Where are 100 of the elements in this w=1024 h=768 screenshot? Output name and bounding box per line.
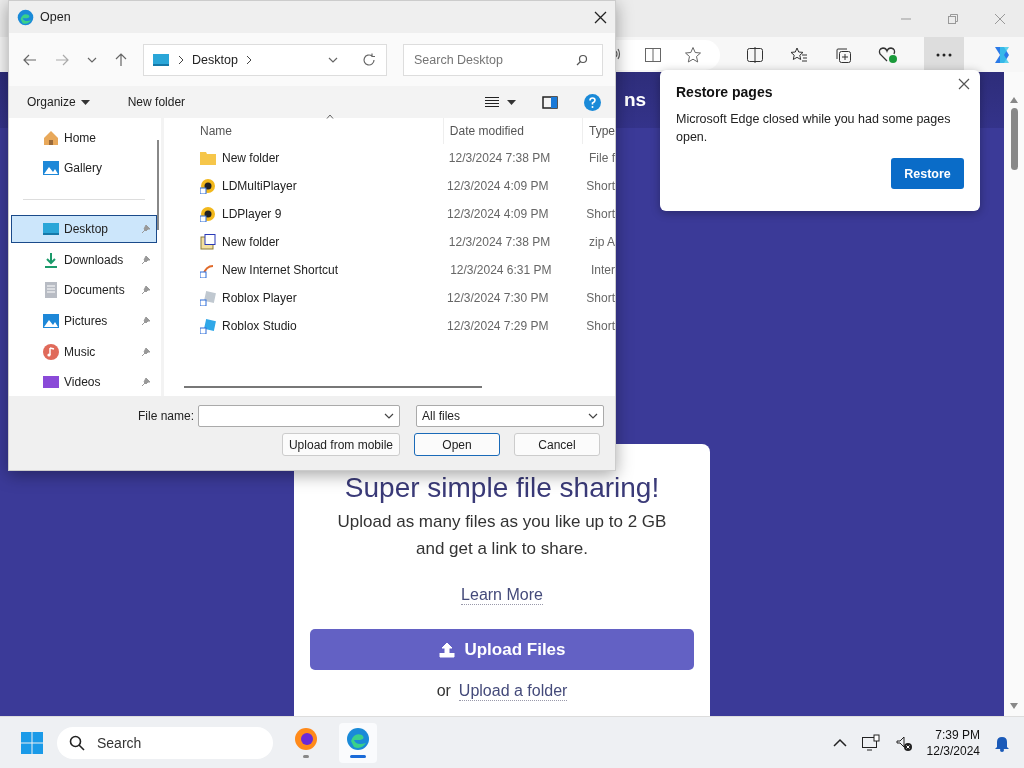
star-icon[interactable] <box>684 45 702 64</box>
document-icon <box>42 281 60 300</box>
taskbar-app-button[interactable] <box>339 722 377 763</box>
chevron-right-icon <box>245 54 252 65</box>
upload-folder-link[interactable]: Upload a folder <box>458 682 568 701</box>
app-shortcut-icon <box>200 206 216 222</box>
scroll-thumb[interactable] <box>1010 108 1018 170</box>
search-icon <box>576 53 588 66</box>
dialog-button[interactable]: Cancel <box>514 433 600 456</box>
download-icon <box>42 250 60 269</box>
column-header[interactable]: Date modified <box>442 118 583 144</box>
caret-down-icon[interactable] <box>507 99 516 105</box>
sidebar-item[interactable]: Gallery <box>11 154 157 183</box>
up-arrow-icon[interactable] <box>115 52 127 67</box>
sidebar-item[interactable]: Documents <box>11 276 157 305</box>
chevron-down-icon <box>588 413 599 419</box>
clock-time[interactable]: 7:39 PM <box>935 726 980 743</box>
card-heading: Super simple file sharing! <box>344 472 660 504</box>
address-location[interactable]: Desktop <box>192 52 238 67</box>
type-cell-text: Short <box>585 319 615 333</box>
windows-start-icon[interactable] <box>21 731 43 754</box>
type-cell-text: Short <box>585 207 615 221</box>
sidebar-item[interactable]: Videos <box>11 368 157 396</box>
app-shortcut-icon <box>200 178 216 194</box>
header-text: ns <box>624 89 647 111</box>
type-cell-text: Short <box>585 179 615 193</box>
firefox-icon <box>294 727 318 751</box>
scroll-thumb[interactable] <box>157 140 159 230</box>
learn-more-link[interactable]: Learn More <box>461 586 543 605</box>
clock-date[interactable]: 12/3/2024 <box>926 742 980 759</box>
reader-view-icon[interactable] <box>644 45 662 64</box>
help-icon[interactable] <box>584 93 601 111</box>
file-name-label: File name: <box>138 409 195 423</box>
chevron-down-icon[interactable] <box>384 413 395 419</box>
column-header[interactable]: Name <box>200 124 232 138</box>
list-view-icon[interactable] <box>485 96 499 108</box>
chevron-right-icon <box>178 54 184 65</box>
taskbar-search-field[interactable]: Search <box>95 727 249 758</box>
date-cell-text: 12/3/2024 7:30 PM <box>446 291 550 305</box>
upload-icon <box>438 640 457 659</box>
favorites-icon[interactable] <box>790 45 808 64</box>
sidebar-item[interactable]: Desktop <box>11 215 157 243</box>
scrollbar[interactable] <box>1004 72 1024 716</box>
taskbar-search-box[interactable]: Search <box>57 726 273 759</box>
network-icon[interactable] <box>860 733 881 752</box>
search-icon <box>69 734 85 751</box>
internet-shortcut-icon <box>200 262 216 278</box>
preview-pane-icon[interactable] <box>542 95 558 109</box>
popup-title: Restore pages <box>676 84 774 100</box>
edge-icon <box>17 8 34 26</box>
heart-check-icon[interactable] <box>878 45 898 64</box>
file-name[interactable]: New Internet Shortcut <box>222 263 339 277</box>
popup-message: Microsoft Edge closed while you had some pages open. <box>676 111 952 146</box>
chevron-down-icon[interactable] <box>328 56 338 63</box>
picture-icon <box>42 311 60 330</box>
dialog-button[interactable]: Open <box>414 433 500 456</box>
refresh-icon[interactable] <box>362 52 376 67</box>
organize-menu-button[interactable]: Organize <box>19 91 98 113</box>
sidebar-item[interactable]: Music <box>11 337 157 366</box>
date-cell-text: 12/3/2024 4:09 PM <box>446 207 550 221</box>
scroll-down-icon[interactable] <box>1009 702 1019 710</box>
column-header[interactable]: Type <box>583 124 615 138</box>
sidebar-item[interactable]: Home <box>11 124 157 152</box>
upload-files-button[interactable]: Upload Files <box>310 629 694 670</box>
close-icon[interactable] <box>594 10 607 24</box>
file-name[interactable]: New folder <box>222 235 280 249</box>
search-box[interactable]: Search Desktop <box>403 43 603 76</box>
date-cell-text: 12/3/2024 7:38 PM <box>447 235 552 249</box>
restore-button[interactable]: Restore <box>891 158 964 189</box>
sort-caret-icon <box>326 114 334 119</box>
split-screen-icon[interactable] <box>746 45 764 64</box>
file-name[interactable]: LDMultiPlayer <box>222 179 297 193</box>
picture-icon <box>42 159 60 178</box>
app-shortcut-icon <box>200 290 216 306</box>
chevron-up-icon[interactable] <box>832 737 847 748</box>
chevron-down-icon[interactable] <box>87 56 97 63</box>
type-cell-text: zip A <box>588 235 615 249</box>
date-cell-text: 12/3/2024 4:09 PM <box>446 179 550 193</box>
desktop-icon <box>42 220 60 238</box>
music-icon <box>42 342 60 361</box>
sidebar-item[interactable]: Pictures <box>11 307 157 335</box>
new-folder-button[interactable]: New folder <box>119 91 194 113</box>
more-menu-button[interactable] <box>924 37 964 72</box>
app-shortcut-icon <box>200 318 216 334</box>
close-icon[interactable] <box>958 78 970 90</box>
scroll-up-icon[interactable] <box>1009 96 1019 104</box>
file-name[interactable]: New folder <box>222 151 280 165</box>
dialog-button[interactable]: Upload from mobile <box>281 433 400 456</box>
file-name[interactable]: Roblox Player <box>222 291 297 305</box>
collections-icon[interactable] <box>834 45 852 64</box>
sidebar-item[interactable]: Downloads <box>11 245 157 274</box>
scroll-thumb[interactable] <box>184 386 482 388</box>
file-type-dropdown[interactable]: All files <box>416 405 605 427</box>
folder-icon <box>200 151 216 165</box>
file-name[interactable]: LDPlayer 9 <box>222 207 282 221</box>
type-cell-text: Inter <box>590 263 615 277</box>
edge-icon <box>346 727 370 751</box>
file-name[interactable]: Roblox Studio <box>222 319 297 333</box>
address-bar[interactable]: Desktop <box>143 43 387 76</box>
back-arrow-icon[interactable] <box>23 53 37 66</box>
